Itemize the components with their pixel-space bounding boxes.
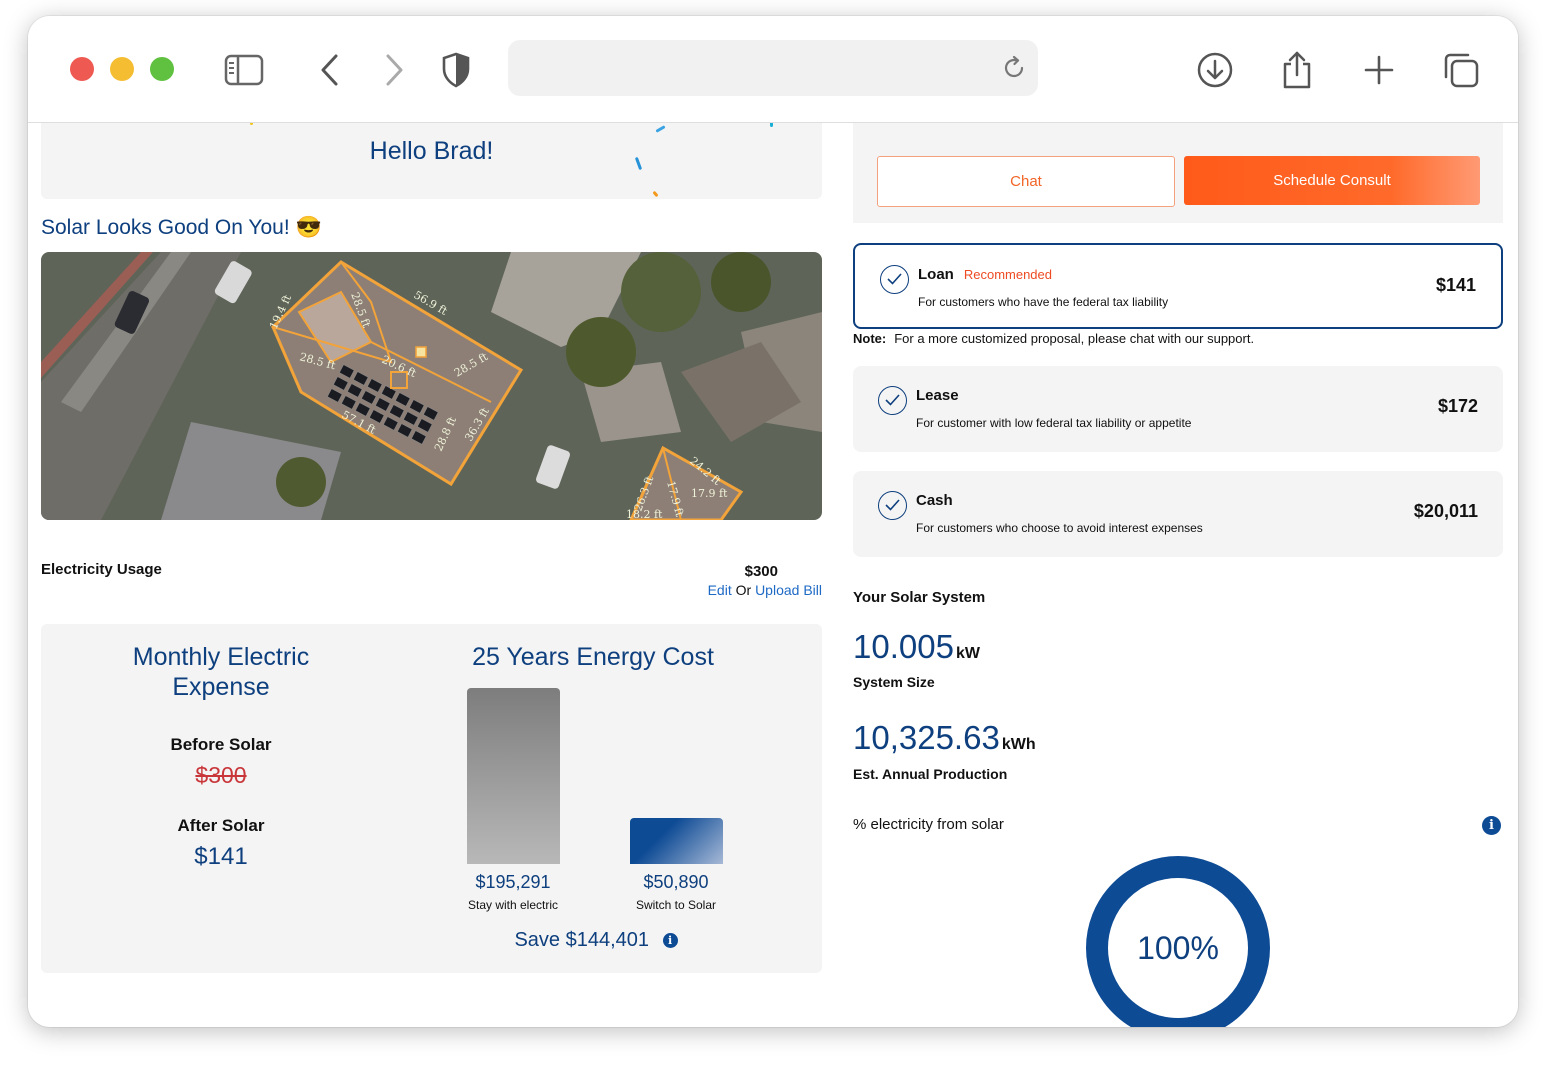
plan-price: $172	[1437, 396, 1478, 416]
schedule-consult-button[interactable]: Schedule Consult	[1184, 156, 1480, 205]
switch-solar-label: Switch to Solar	[635, 898, 717, 912]
forward-icon[interactable]	[372, 48, 416, 92]
page-content: Hello Brad! Solar Looks Good On You! 😎 1…	[28, 123, 1518, 1027]
savings-line: Save $144,401 i	[481, 929, 711, 952]
close-window-button[interactable]	[70, 57, 94, 81]
info-icon[interactable]: i	[1482, 816, 1501, 835]
solar-percent-info[interactable]: i	[1482, 816, 1501, 835]
after-solar-value: $141	[194, 843, 248, 870]
sidebar-icon[interactable]	[222, 48, 266, 92]
plan-title: Loan Recommended	[918, 266, 1052, 283]
plan-price: $141	[1435, 275, 1476, 295]
usage-value: $300	[744, 563, 778, 580]
address-bar[interactable]	[508, 40, 1038, 96]
solar-system-title: Your Solar System	[853, 589, 986, 606]
tab-overview-icon[interactable]	[1439, 48, 1483, 92]
check-circle-icon	[878, 491, 907, 520]
confetti-piece	[652, 190, 659, 198]
solar-percent-value: 100%	[1137, 930, 1219, 966]
shield-icon[interactable]	[434, 48, 478, 92]
annual-production-value: 10,325.63 kWh	[853, 719, 1036, 756]
plan-option-lease[interactable]: Lease For customer with low federal tax …	[853, 366, 1503, 452]
monthly-expense-heading: Monthly Electric Expense	[132, 643, 310, 701]
confetti-piece	[250, 123, 253, 125]
recommended-badge: Recommended	[963, 267, 1052, 282]
solar-percent-label: % electricity from solar	[853, 816, 1004, 833]
upload-bill-link[interactable]: Upload Bill	[755, 582, 822, 598]
proposal-note: Note: For a more customized proposal, ple…	[853, 331, 1254, 346]
roof-aerial-map[interactable]: 19.4 ft 28.5 ft 56.9 ft 28.5 ft 20.6 ft …	[41, 252, 822, 520]
zoom-window-button[interactable]	[150, 57, 174, 81]
expense-card: Monthly Electric Expense Before Solar $3…	[41, 624, 822, 973]
system-size-value: 10.005 kW	[853, 628, 980, 665]
plan-price: $20,011	[1413, 501, 1478, 521]
minimize-window-button[interactable]	[110, 57, 134, 81]
roof-dimension-label: 18.2 ft	[626, 508, 663, 520]
download-icon[interactable]	[1193, 48, 1237, 92]
solar-subtitle: Solar Looks Good On You! 😎	[41, 216, 322, 239]
chat-button[interactable]: Chat	[877, 156, 1175, 207]
info-icon[interactable]: i	[662, 933, 678, 949]
switch-solar-value: $50,890	[643, 872, 709, 892]
plan-title: Lease	[916, 387, 959, 404]
system-size-label: System Size	[853, 674, 935, 690]
plan-description: For customers who choose to avoid intere…	[916, 521, 1203, 535]
browser-toolbar	[28, 16, 1518, 123]
annual-production-label: Est. Annual Production	[853, 766, 1008, 782]
before-solar-value: $300	[195, 762, 247, 788]
stay-electric-label: Stay with electric	[467, 898, 559, 912]
confetti-piece	[655, 125, 666, 133]
plan-title: Cash	[916, 492, 953, 509]
edit-usage-link[interactable]: Edit	[708, 582, 732, 598]
or-text: Or	[735, 582, 752, 598]
plan-description: For customer with low federal tax liabil…	[916, 416, 1192, 430]
check-circle-icon	[880, 265, 909, 294]
after-solar-label: After Solar	[177, 816, 265, 835]
plan-option-cash[interactable]: Cash For customers who choose to avoid i…	[853, 471, 1503, 557]
browser-window: Hello Brad! Solar Looks Good On You! 😎 1…	[28, 16, 1518, 1027]
greeting-card: Hello Brad!	[41, 123, 822, 199]
energy-cost-heading: 25 Years Energy Cost	[472, 643, 714, 671]
greeting-text: Hello Brad!	[369, 137, 494, 165]
usage-actions: Edit Or Upload Bill	[628, 582, 822, 598]
plan-option-loan[interactable]: Loan Recommended For customers who have t…	[853, 243, 1503, 329]
stay-electric-value: $195,291	[475, 872, 551, 892]
stay-electric-bar	[467, 688, 560, 864]
roof-dimension-label: 17.9 ft	[691, 487, 728, 500]
back-icon[interactable]	[308, 48, 352, 92]
reload-icon[interactable]	[1000, 54, 1028, 82]
note-label: Note:	[853, 331, 887, 346]
note-text: For a more customized proposal, please c…	[894, 331, 1255, 346]
confetti-piece	[770, 123, 773, 127]
check-circle-icon	[878, 386, 907, 415]
switch-solar-bar	[630, 818, 723, 864]
new-tab-icon[interactable]	[1357, 48, 1401, 92]
before-solar-label: Before Solar	[170, 735, 272, 754]
plan-description: For customers who have the federal tax l…	[918, 295, 1169, 309]
usage-label: Electricity Usage	[41, 561, 162, 578]
savings-text: Save $144,401	[514, 929, 649, 951]
share-icon[interactable]	[1275, 48, 1319, 92]
